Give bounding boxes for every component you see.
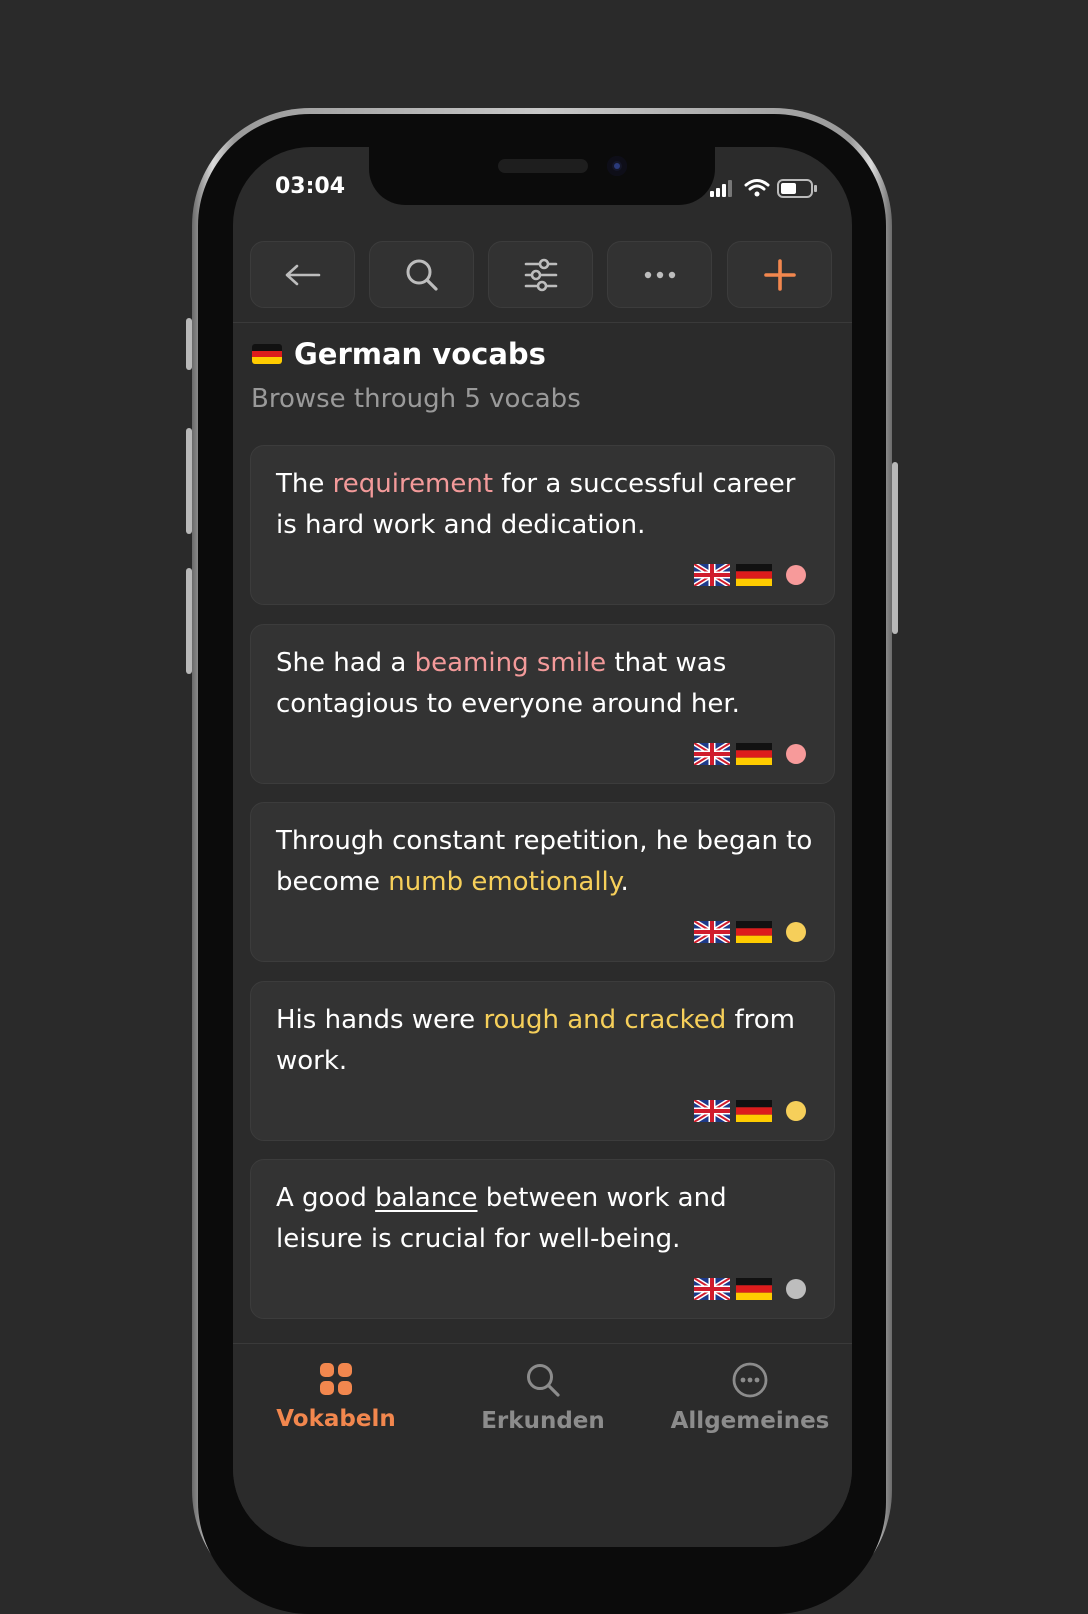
tab-bar: Vokabeln Erkunden Allgemeines <box>233 1343 852 1547</box>
vocab-card[interactable]: The requirement for a successful career … <box>250 445 835 605</box>
notch <box>369 147 715 205</box>
tab-allgemeines[interactable]: Allgemeines <box>650 1362 850 1434</box>
uk-flag-icon <box>694 743 730 765</box>
tab-label: Erkunden <box>481 1408 605 1434</box>
grid-icon <box>320 1363 352 1395</box>
speaker <box>498 159 588 173</box>
sentence-text: A good <box>276 1183 376 1213</box>
ellipsis-icon <box>644 271 675 278</box>
more-button[interactable] <box>607 241 712 308</box>
status-dot <box>786 922 806 942</box>
tab-erkunden[interactable]: Erkunden <box>443 1362 643 1434</box>
sliders-icon <box>524 258 557 291</box>
sentence-text: . <box>620 867 629 897</box>
signal-icon <box>710 180 732 197</box>
sentence-text: She had a <box>276 648 415 678</box>
sentence-text: The <box>276 469 333 499</box>
vocab-sentence: Through constant repetition, he began to… <box>276 821 821 903</box>
vocab-meta <box>694 564 806 586</box>
tab-vokabeln[interactable]: Vokabeln <box>236 1362 436 1432</box>
arrow-left-icon <box>285 264 320 285</box>
vocab-highlight: rough and cracked <box>483 1005 727 1035</box>
search-icon <box>406 259 438 291</box>
germany-flag-icon <box>736 564 772 586</box>
vocab-highlight: numb emotionally <box>388 867 621 897</box>
page-title: German vocabs <box>252 337 546 371</box>
filter-button[interactable] <box>488 241 593 308</box>
battery-icon <box>777 179 817 198</box>
vocab-meta <box>694 1100 806 1122</box>
wifi-icon <box>744 179 770 197</box>
vocab-meta <box>694 921 806 943</box>
vocab-sentence: A good balance between work and leisure … <box>276 1178 821 1260</box>
vocab-highlight: balance <box>375 1183 478 1213</box>
uk-flag-icon <box>694 1278 730 1300</box>
power-button <box>892 462 898 634</box>
status-time: 03:04 <box>275 174 346 199</box>
toolbar <box>250 241 835 309</box>
uk-flag-icon <box>694 564 730 586</box>
vocab-card[interactable]: Through constant repetition, he began to… <box>250 802 835 962</box>
vocab-card[interactable]: A good balance between work and leisure … <box>250 1159 835 1319</box>
status-icons <box>710 179 817 198</box>
vocab-highlight: requirement <box>332 469 494 499</box>
back-button[interactable] <box>250 241 355 308</box>
status-dot <box>786 1101 806 1121</box>
germany-flag-icon <box>736 1100 772 1122</box>
toolbar-divider <box>233 322 852 323</box>
search-icon <box>527 1364 560 1397</box>
vocab-card[interactable]: She had a beaming smile that was contagi… <box>250 624 835 784</box>
vocab-sentence: She had a beaming smile that was contagi… <box>276 643 821 725</box>
germany-flag-icon <box>736 743 772 765</box>
tab-label: Allgemeines <box>670 1408 830 1434</box>
germany-flag-icon <box>252 344 282 364</box>
more-circle-icon <box>732 1362 768 1398</box>
page-subtitle: Browse through 5 vocabs <box>251 384 581 414</box>
vocab-sentence: His hands were rough and cracked from wo… <box>276 1000 821 1082</box>
vocab-meta <box>694 743 806 765</box>
plus-icon <box>763 258 796 291</box>
vocab-sentence: The requirement for a successful career … <box>276 464 821 546</box>
add-vocab-button[interactable] <box>727 241 832 308</box>
germany-flag-icon <box>736 921 772 943</box>
uk-flag-icon <box>694 1100 730 1122</box>
status-dot <box>786 744 806 764</box>
phone-screen: 03:04 German vocabs Browse through 5 voc… <box>233 147 852 1547</box>
status-dot <box>786 565 806 585</box>
vocab-meta <box>694 1278 806 1300</box>
page-title-text: German vocabs <box>294 337 546 371</box>
uk-flag-icon <box>694 921 730 943</box>
status-dot <box>786 1279 806 1299</box>
germany-flag-icon <box>736 1278 772 1300</box>
search-button[interactable] <box>369 241 474 308</box>
sentence-text: His hands were <box>276 1005 484 1035</box>
front-camera <box>607 156 627 176</box>
vocab-highlight: beaming smile <box>414 648 607 678</box>
vocab-card[interactable]: His hands were rough and cracked from wo… <box>250 981 835 1141</box>
tab-label: Vokabeln <box>276 1406 396 1432</box>
